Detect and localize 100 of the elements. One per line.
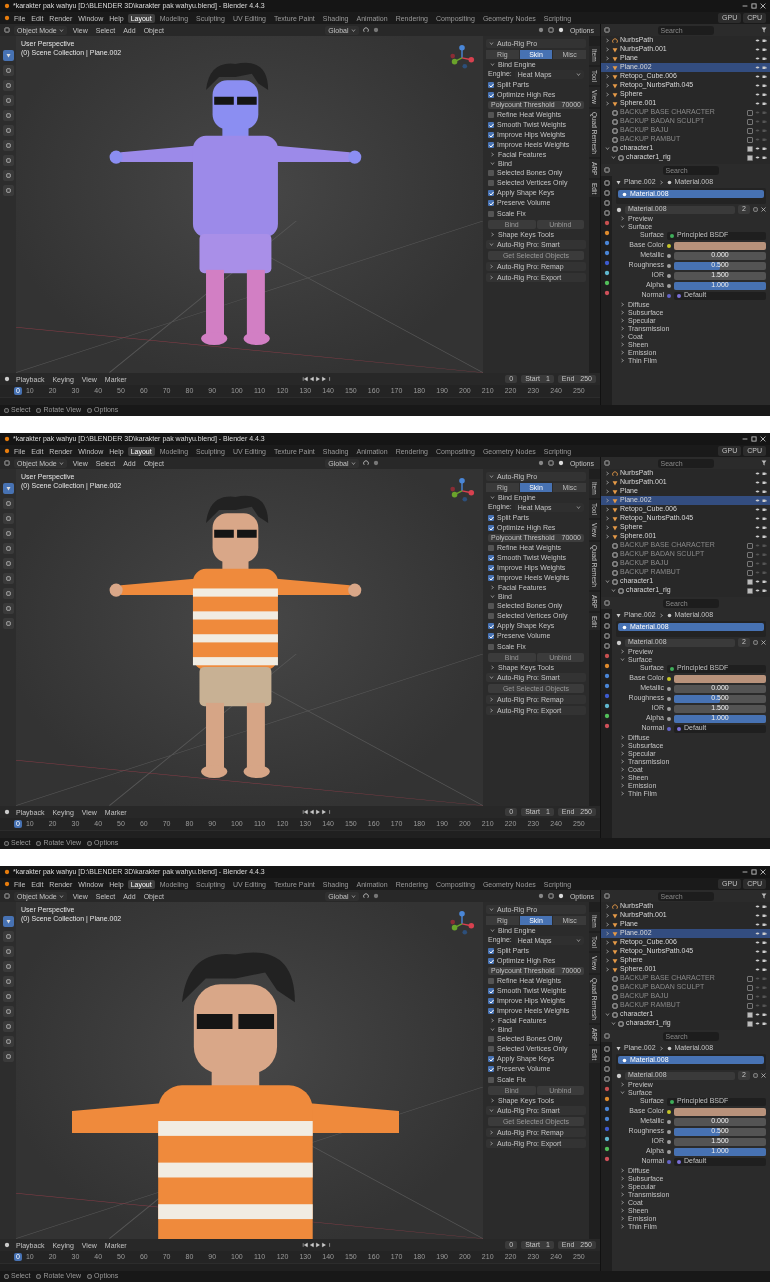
exclude-checkbox[interactable] xyxy=(747,542,753,549)
tool-button[interactable] xyxy=(2,976,14,987)
tool-button[interactable] xyxy=(2,991,14,1002)
checkbox[interactable] xyxy=(488,565,494,572)
tool-button[interactable] xyxy=(2,95,14,106)
color-field[interactable] xyxy=(674,241,766,250)
exclude-checkbox[interactable] xyxy=(747,154,753,161)
close-icon[interactable] xyxy=(761,207,766,212)
tool-button[interactable] xyxy=(2,170,14,181)
checkbox[interactable] xyxy=(488,978,494,985)
navigation-gizmo-icon[interactable] xyxy=(449,477,475,503)
curve-icon xyxy=(612,37,618,44)
tool-button[interactable] xyxy=(2,50,14,61)
checkbox[interactable] xyxy=(488,988,494,995)
checkbox[interactable] xyxy=(488,132,494,139)
checkbox[interactable] xyxy=(488,1056,494,1063)
checkbox[interactable] xyxy=(488,180,494,187)
checkbox[interactable] xyxy=(488,112,494,119)
exclude-checkbox[interactable] xyxy=(747,587,753,594)
checkbox[interactable] xyxy=(488,1076,494,1083)
exclude-checkbox[interactable] xyxy=(747,578,753,585)
exclude-checkbox[interactable] xyxy=(747,1020,753,1027)
checkbox[interactable] xyxy=(488,525,494,532)
exclude-checkbox[interactable] xyxy=(747,136,753,143)
exclude-checkbox[interactable] xyxy=(747,118,753,125)
checkbox[interactable] xyxy=(488,190,494,197)
checkbox[interactable] xyxy=(488,1066,494,1073)
checkbox[interactable] xyxy=(488,575,494,582)
tool-button[interactable] xyxy=(2,125,14,136)
tool-button[interactable] xyxy=(2,946,14,957)
playback-controls-icon[interactable] xyxy=(301,1242,332,1248)
checkbox[interactable] xyxy=(488,958,494,965)
tool-button[interactable] xyxy=(2,603,14,614)
checkbox[interactable] xyxy=(488,603,494,610)
exclude-checkbox[interactable] xyxy=(747,127,753,134)
tool-button[interactable] xyxy=(2,513,14,524)
maximize-icon[interactable] xyxy=(751,869,757,875)
tool-button[interactable] xyxy=(2,185,14,196)
tool-button[interactable] xyxy=(2,155,14,166)
tool-button[interactable] xyxy=(2,498,14,509)
navigation-gizmo-icon[interactable] xyxy=(449,910,475,936)
tool-button[interactable] xyxy=(2,65,14,76)
checkbox[interactable] xyxy=(488,170,494,177)
playback-controls-icon[interactable] xyxy=(301,376,332,382)
tool-button[interactable] xyxy=(2,916,14,927)
checkbox[interactable] xyxy=(488,948,494,954)
checkbox[interactable] xyxy=(488,210,494,217)
tool-button[interactable] xyxy=(2,961,14,972)
exclude-checkbox[interactable] xyxy=(747,975,753,982)
exclude-checkbox[interactable] xyxy=(747,109,753,116)
checkbox[interactable] xyxy=(488,643,494,650)
checkbox[interactable] xyxy=(488,142,494,149)
exclude-checkbox[interactable] xyxy=(747,1002,753,1009)
checkbox[interactable] xyxy=(488,515,494,521)
exclude-checkbox[interactable] xyxy=(747,569,753,576)
tool-button[interactable] xyxy=(2,618,14,629)
checkbox[interactable] xyxy=(488,82,494,88)
checkbox[interactable] xyxy=(488,555,494,562)
close-icon[interactable] xyxy=(761,1073,766,1078)
checkbox[interactable] xyxy=(488,1036,494,1043)
close-icon[interactable] xyxy=(760,436,766,442)
checkbox[interactable] xyxy=(488,92,494,99)
tool-button[interactable] xyxy=(2,588,14,599)
close-icon[interactable] xyxy=(761,640,766,645)
checkbox[interactable] xyxy=(488,1008,494,1015)
tool-button[interactable] xyxy=(2,543,14,554)
tool-button[interactable] xyxy=(2,558,14,569)
tool-button[interactable] xyxy=(2,140,14,151)
tool-button[interactable] xyxy=(2,80,14,91)
tool-button[interactable] xyxy=(2,1021,14,1032)
playback-controls-icon[interactable] xyxy=(301,809,332,815)
navigation-gizmo-icon[interactable] xyxy=(449,44,475,70)
tool-button[interactable] xyxy=(2,573,14,584)
checkbox[interactable] xyxy=(488,998,494,1005)
tool-button[interactable] xyxy=(2,483,14,494)
tool-button[interactable] xyxy=(2,1051,14,1062)
tool-button[interactable] xyxy=(2,1006,14,1017)
exclude-checkbox[interactable] xyxy=(747,1011,753,1018)
close-icon[interactable] xyxy=(760,869,766,875)
exclude-checkbox[interactable] xyxy=(747,551,753,558)
tool-button[interactable] xyxy=(2,1036,14,1047)
exclude-checkbox[interactable] xyxy=(747,145,753,152)
checkbox[interactable] xyxy=(488,122,494,129)
checkbox[interactable] xyxy=(488,200,494,207)
maximize-icon[interactable] xyxy=(751,436,757,442)
exclude-checkbox[interactable] xyxy=(747,560,753,567)
color-field[interactable] xyxy=(674,674,766,683)
checkbox[interactable] xyxy=(488,545,494,552)
tool-button[interactable] xyxy=(2,931,14,942)
close-icon[interactable] xyxy=(760,3,766,9)
checkbox[interactable] xyxy=(488,1046,494,1053)
tool-button[interactable] xyxy=(2,110,14,121)
maximize-icon[interactable] xyxy=(751,3,757,9)
exclude-checkbox[interactable] xyxy=(747,993,753,1000)
tool-button[interactable] xyxy=(2,528,14,539)
exclude-checkbox[interactable] xyxy=(747,984,753,991)
checkbox[interactable] xyxy=(488,623,494,630)
color-field[interactable] xyxy=(674,1107,766,1116)
checkbox[interactable] xyxy=(488,633,494,640)
checkbox[interactable] xyxy=(488,613,494,620)
